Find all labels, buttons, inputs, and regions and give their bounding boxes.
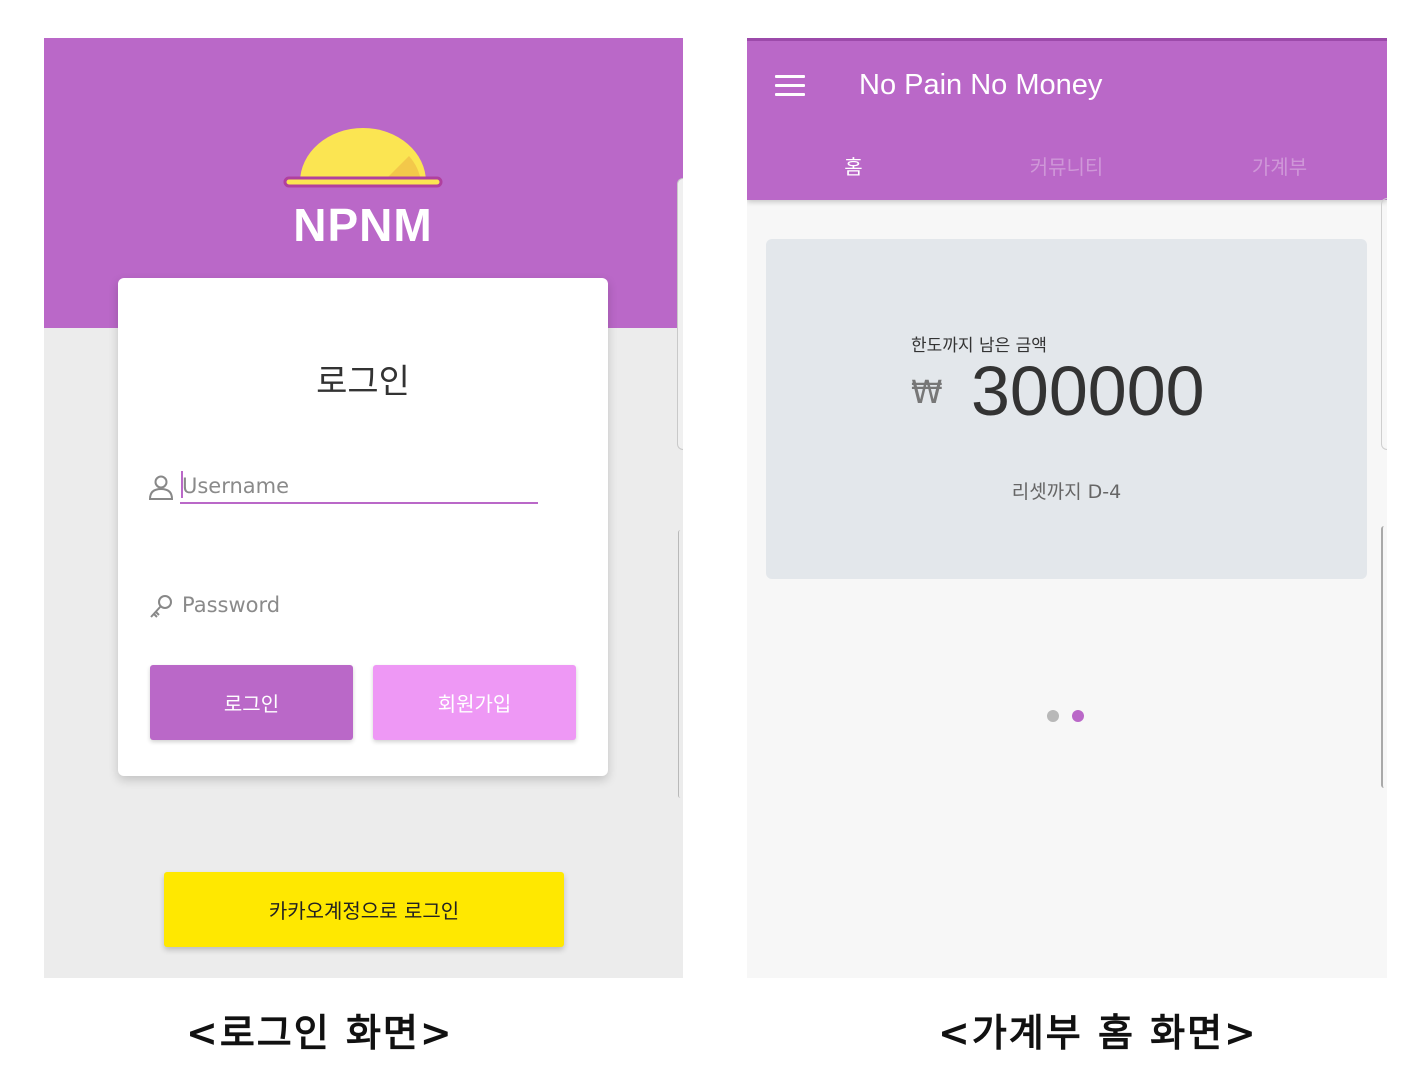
- scrollbar[interactable]: [1381, 526, 1387, 788]
- signup-button[interactable]: 회원가입: [373, 665, 576, 740]
- balance-card: 한도까지 남은 금액 ₩ 300000 리셋까지 D-4: [766, 239, 1367, 579]
- username-input[interactable]: [180, 470, 538, 504]
- drawer-handle[interactable]: [1381, 198, 1387, 450]
- caption-login-screen: <로그인 화면>: [186, 1011, 454, 1055]
- app-title: No Pain No Money: [859, 69, 1103, 101]
- page-indicator: [1047, 710, 1087, 724]
- npnm-logo: NPNM: [283, 126, 443, 251]
- kakao-login-button[interactable]: 카카오계정으로 로그인: [164, 872, 564, 947]
- drawer-handle[interactable]: [677, 178, 683, 450]
- login-button[interactable]: 로그인: [150, 665, 353, 740]
- won-currency-icon: ₩: [911, 373, 943, 411]
- caption-home-screen: <가계부 홈 화면>: [938, 1011, 1258, 1055]
- logo-text: NPNM: [293, 199, 433, 251]
- reset-countdown: 리셋까지 D-4: [1011, 481, 1122, 503]
- sunrise-icon: [283, 128, 443, 188]
- user-icon: [148, 475, 174, 500]
- page-dot-2-active[interactable]: [1072, 710, 1084, 722]
- home-screen: No Pain No Money 홈 커뮤니티 가계부 한도까지 남은 금액 ₩…: [747, 38, 1387, 978]
- key-icon: [150, 595, 172, 618]
- scrollbar[interactable]: [678, 530, 683, 798]
- login-screen: NPNM 로그인 로그인 회원가입 카카오계정으로 로그인: [44, 38, 683, 978]
- app-bar: No Pain No Money 홈 커뮤니티 가계부: [747, 38, 1387, 200]
- login-card: 로그인 로그인 회원가입: [118, 278, 608, 776]
- page-dot-1[interactable]: [1047, 710, 1059, 722]
- password-input[interactable]: [180, 588, 538, 622]
- tab-community[interactable]: 커뮤니티: [960, 151, 1173, 180]
- login-title: 로그인: [316, 362, 410, 402]
- text-cursor: [181, 471, 183, 498]
- tab-home[interactable]: 홈: [747, 151, 960, 180]
- hamburger-menu-icon[interactable]: [775, 75, 805, 99]
- tab-ledger[interactable]: 가계부: [1173, 151, 1386, 180]
- balance-amount: 300000: [971, 352, 1205, 430]
